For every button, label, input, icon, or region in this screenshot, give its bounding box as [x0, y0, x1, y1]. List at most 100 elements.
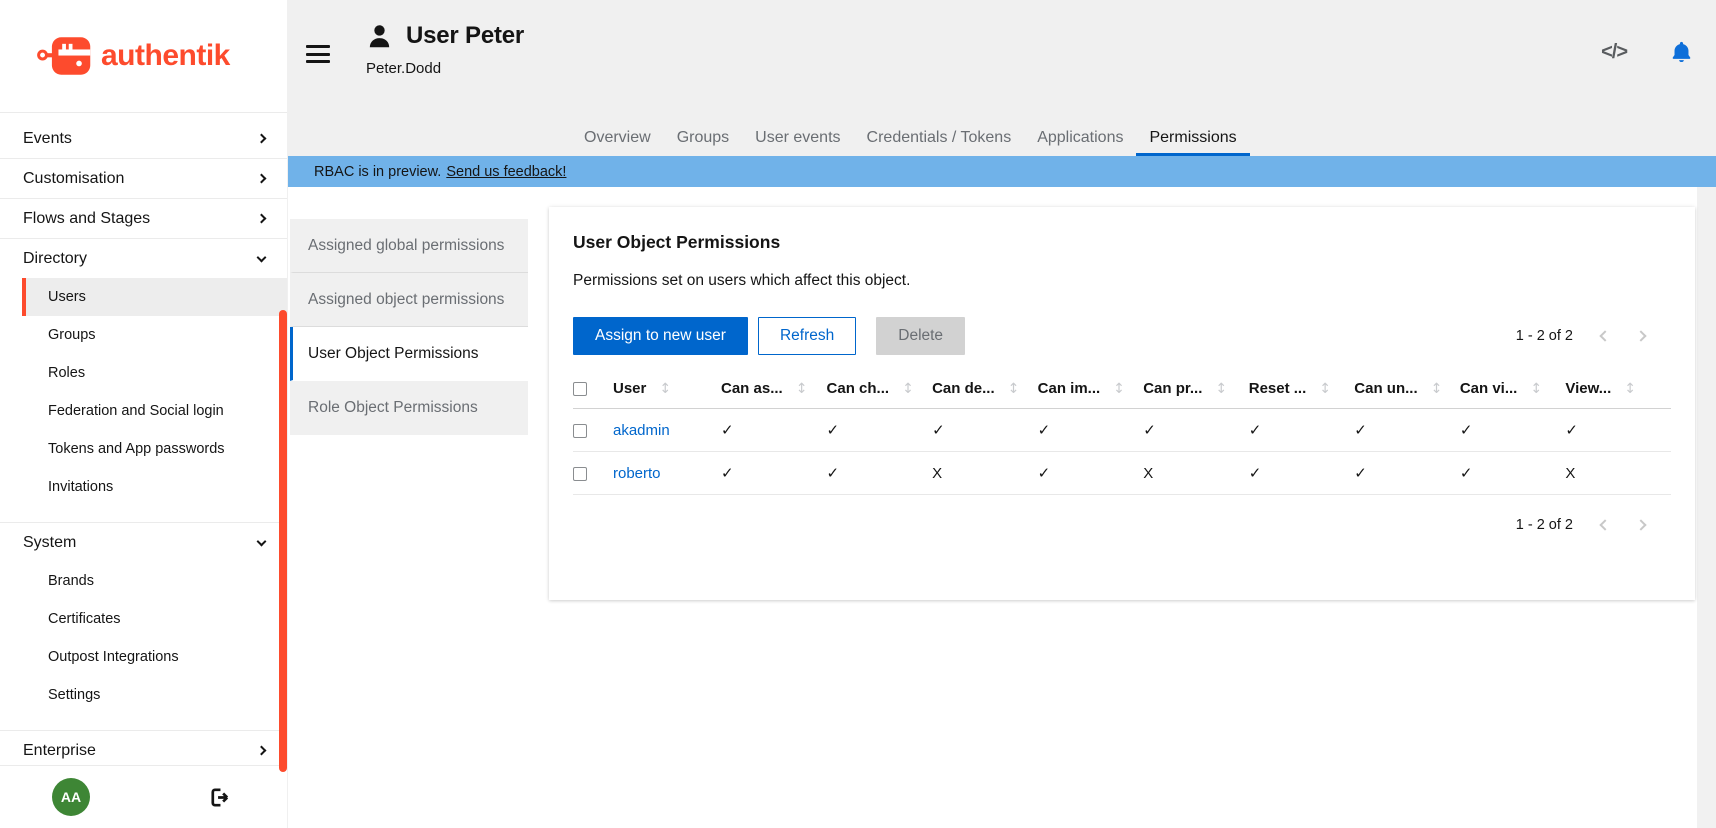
tab-applications[interactable]: Applications: [1024, 122, 1136, 156]
sort-icon: ↕: [1319, 381, 1331, 397]
subnav-item-assigned-object-permissions[interactable]: Assigned object permissions: [290, 273, 528, 327]
permissions-table: User↕Can as...↕Can ch...↕Can de...↕Can i…: [573, 373, 1671, 495]
user-cell: akadmin: [613, 409, 721, 452]
page-subtitle: Peter.Dodd: [366, 60, 524, 77]
sidebar-item-system[interactable]: System: [0, 523, 287, 562]
pagination-prev-button[interactable]: [1601, 521, 1609, 529]
column-header-can-de[interactable]: Can de...↕: [932, 373, 1038, 409]
avatar[interactable]: AA: [52, 778, 90, 816]
page-scrollbar[interactable]: [1697, 187, 1716, 828]
chevron-right-icon: [257, 134, 267, 144]
header-actions: </>: [1601, 40, 1694, 65]
sidebar: authentik EventsCustomisation Flows and S…: [0, 0, 288, 828]
sort-icon: ↕: [1008, 381, 1020, 397]
column-header-can-im[interactable]: Can im... ↕: [1038, 373, 1144, 409]
row-checkbox[interactable]: [573, 424, 587, 438]
feedback-link[interactable]: Send us feedback!: [446, 164, 566, 180]
pagination-next-button[interactable]: [1637, 332, 1645, 340]
chevron-right-icon: [257, 214, 267, 224]
sidebar-section-system: System BrandsCertificatesOutpost Integrat…: [0, 523, 287, 731]
authentik-logo-icon: [36, 34, 94, 78]
sidebar-item-brands[interactable]: Brands: [22, 562, 287, 600]
tab-credentials-tokens[interactable]: Credentials / Tokens: [854, 122, 1025, 156]
sidebar-item-users[interactable]: Users: [22, 278, 287, 316]
sidebar-item-directory[interactable]: Directory: [0, 239, 287, 278]
sidebar-item-label: Federation and Social login: [48, 403, 224, 419]
hamburger-menu-icon[interactable]: [306, 45, 330, 68]
sign-out-icon[interactable]: [208, 786, 231, 809]
permission-cell: ✓: [827, 409, 933, 452]
column-header-label: Reset ...: [1249, 380, 1307, 397]
sidebar-item-label: Flows and Stages: [23, 210, 150, 228]
sidebar-item-certificates[interactable]: Certificates: [22, 600, 287, 638]
sidebar-item-label: System: [23, 534, 76, 552]
column-header-can-vi[interactable]: Can vi...↕: [1460, 373, 1566, 409]
table-header-row: User↕Can as...↕Can ch...↕Can de...↕Can i…: [573, 373, 1671, 409]
pagination-top: 1 - 2 of 2: [1516, 328, 1671, 344]
column-header-label: Can as...: [721, 380, 783, 397]
sidebar-item-federation-and-social-login[interactable]: Federation and Social login: [22, 392, 287, 430]
column-header-can-pr[interactable]: Can pr...↕: [1143, 373, 1249, 409]
permission-cell: ✓: [721, 452, 827, 495]
chevron-right-icon: [257, 174, 267, 184]
column-header-can-un[interactable]: Can un...↕: [1354, 373, 1460, 409]
permission-cell: ✓: [1460, 452, 1566, 495]
sidebar-item-enterprise[interactable]: Enterprise: [0, 731, 287, 765]
brand-logo[interactable]: authentik: [0, 0, 287, 113]
tab-groups[interactable]: Groups: [664, 122, 742, 156]
column-header-can-as[interactable]: Can as... ↕: [721, 373, 827, 409]
sidebar-item-groups[interactable]: Groups: [22, 316, 287, 354]
sort-icon: ↕: [1113, 381, 1125, 397]
page-tabs: OverviewGroupsUser eventsCredentials / T…: [571, 122, 1250, 156]
header-checkbox-cell: [573, 373, 613, 409]
banner-text: RBAC is in preview.: [314, 164, 441, 180]
sidebar-item-flows-and-stages[interactable]: Flows and Stages: [0, 199, 287, 238]
sidebar-item-customisation[interactable]: Customisation: [0, 159, 287, 198]
column-header-can-ch[interactable]: Can ch...↕: [827, 373, 933, 409]
subnav-item-role-object-permissions[interactable]: Role Object Permissions: [290, 381, 528, 435]
subnav-item-user-object-permissions[interactable]: User Object Permissions: [290, 327, 528, 381]
sidebar-section-flows-and-stages: Flows and Stages: [0, 199, 287, 239]
sort-icon: ↕: [796, 381, 808, 397]
column-header-label: Can im...: [1038, 380, 1101, 397]
chevron-right-icon: [257, 746, 267, 756]
sidebar-scrollbar[interactable]: [279, 310, 287, 772]
column-header-user[interactable]: User↕: [613, 373, 721, 409]
user-link[interactable]: roberto: [613, 465, 661, 482]
sort-icon: ↕: [659, 381, 671, 397]
sidebar-item-outpost-integrations[interactable]: Outpost Integrations: [22, 638, 287, 676]
tab-overview[interactable]: Overview: [571, 122, 664, 156]
column-header-label: Can ch...: [827, 380, 890, 397]
permission-cell: ✓: [1249, 409, 1355, 452]
tab-user-events[interactable]: User events: [742, 122, 853, 156]
chevron-down-icon: [257, 252, 267, 262]
sidebar-item-events[interactable]: Events: [0, 119, 287, 158]
sidebar-item-invitations[interactable]: Invitations: [22, 468, 287, 506]
column-header-view[interactable]: View...↕: [1565, 373, 1671, 409]
notification-bell-icon[interactable]: [1669, 40, 1694, 65]
subnav-item-assigned-global-permissions[interactable]: Assigned global permissions: [290, 219, 528, 273]
toolbar-buttons: Assign to new user Refresh Delete: [573, 317, 965, 355]
pagination-next-button[interactable]: [1637, 521, 1645, 529]
card-description: Permissions set on users which affect th…: [573, 272, 1671, 290]
permission-cell: ✓: [827, 452, 933, 495]
user-link[interactable]: akadmin: [613, 422, 670, 439]
column-header-reset[interactable]: Reset ... ↕: [1249, 373, 1355, 409]
row-checkbox[interactable]: [573, 467, 587, 481]
header-checkbox[interactable]: [573, 382, 587, 396]
code-icon[interactable]: </>: [1601, 41, 1627, 64]
permission-cell: ✓: [1565, 409, 1671, 452]
sidebar-item-settings[interactable]: Settings: [22, 676, 287, 714]
table-row: roberto✓✓X✓X✓✓✓X: [573, 452, 1671, 495]
pagination-prev-button[interactable]: [1601, 332, 1609, 340]
sidebar-item-tokens-and-app-passwords[interactable]: Tokens and App passwords: [22, 430, 287, 468]
refresh-button[interactable]: Refresh: [758, 317, 856, 355]
sidebar-section-customisation: Customisation: [0, 159, 287, 199]
sidebar-item-roles[interactable]: Roles: [22, 354, 287, 392]
pagination-label: 1 - 2 of 2: [1516, 517, 1573, 533]
tab-permissions[interactable]: Permissions: [1136, 122, 1249, 156]
sidebar-item-label: Tokens and App passwords: [48, 441, 225, 457]
assign-to-new-user-button[interactable]: Assign to new user: [573, 317, 748, 355]
delete-button[interactable]: Delete: [876, 317, 965, 355]
column-header-label: Can vi...: [1460, 380, 1518, 397]
